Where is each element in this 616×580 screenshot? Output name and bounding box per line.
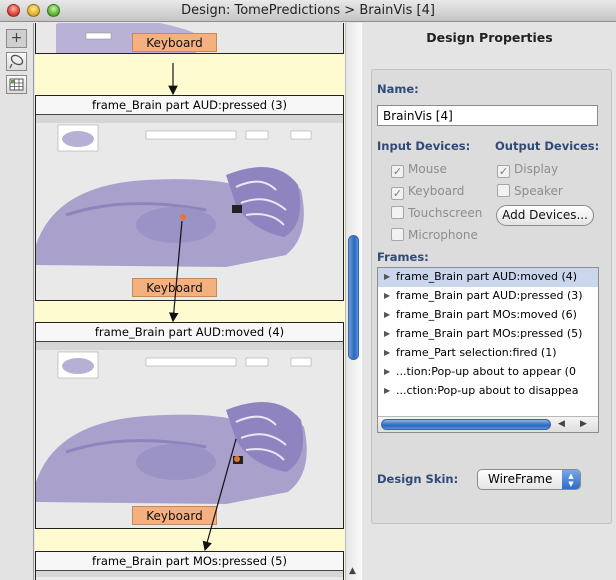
checkbox-microphone[interactable]: Microphone [391, 228, 478, 244]
disclosure-triangle-icon[interactable]: ▶ [384, 268, 396, 286]
checkbox-speaker[interactable]: Speaker [497, 184, 563, 200]
frames-label: Frames: [377, 250, 429, 264]
design-skin-label: Design Skin: [377, 472, 459, 486]
checkbox-touchscreen[interactable]: Touchscreen [391, 206, 482, 222]
checkbox-display[interactable]: ✓ Display [497, 162, 558, 178]
grid-icon[interactable] [6, 75, 27, 94]
list-item[interactable]: ▶ frame_Brain part MOs:pressed (5) [378, 325, 598, 344]
scroll-up-arrow-icon[interactable]: ▲ [349, 566, 356, 576]
checkbox-mouse[interactable]: ✓ Mouse [391, 162, 447, 178]
disclosure-triangle-icon[interactable]: ▶ [384, 344, 396, 362]
disclosure-triangle-icon[interactable]: ▶ [384, 382, 396, 400]
checkbox-keyboard[interactable]: ✓ Keyboard [391, 184, 464, 200]
list-item[interactable]: ▶ ...ction:Pop-up about to disappea [378, 382, 598, 401]
panel-title: Design Properties [426, 30, 553, 45]
checkmark-icon: ✓ [497, 165, 510, 178]
frames-horizontal-scrollbar[interactable]: ◀ ▶ [378, 416, 598, 432]
scroll-thumb[interactable] [348, 235, 359, 360]
scroll-right-arrow-icon[interactable]: ▶ [580, 419, 587, 429]
checkmark-icon: ✓ [391, 165, 404, 178]
input-devices-label: Input Devices: [377, 139, 471, 153]
list-item[interactable]: ▶ frame_Brain part MOs:moved (6) [378, 306, 598, 325]
frames-list[interactable]: ▶ frame_Brain part AUD:moved (4) ▶ frame_B… [377, 267, 599, 433]
add-devices-button[interactable]: Add Devices... [496, 205, 594, 226]
window-title: Design: TomePredictions > BrainVis [4] [181, 3, 435, 18]
checkmark-icon: ✓ [391, 187, 404, 200]
updown-arrows-icon: ▲ ▼ [562, 470, 580, 489]
tool-palette: + [0, 23, 34, 580]
app-window: Design: TomePredictions > BrainVis [4] +… [0, 0, 616, 580]
name-label: Name: [377, 82, 419, 96]
title-bar: Design: TomePredictions > BrainVis [4] [0, 0, 616, 22]
design-properties-panel: Design Properties Name: Input Devices: O… [363, 23, 616, 580]
design-canvas[interactable]: Keyboard frame_Brain part AUD:pressed (3… [35, 23, 345, 580]
output-devices-label: Output Devices: [495, 139, 600, 153]
scroll-left-arrow-icon[interactable]: ◀ [558, 419, 565, 429]
disclosure-triangle-icon[interactable]: ▶ [384, 306, 396, 324]
lasso-icon[interactable] [6, 52, 27, 71]
design-skin-select[interactable]: WireFrame ▲ ▼ [477, 469, 581, 490]
list-item[interactable]: ▶ ...tion:Pop-up about to appear (0 [378, 363, 598, 382]
name-field[interactable] [377, 105, 598, 126]
canvas-scrollbar[interactable]: ▲ [345, 23, 362, 580]
list-item[interactable]: ▶ frame_Part selection:fired (1) [378, 344, 598, 363]
scroll-thumb[interactable] [381, 419, 551, 430]
list-item[interactable]: ▶ frame_Brain part AUD:moved (4) [378, 268, 598, 287]
plus-icon[interactable]: + [6, 29, 27, 48]
disclosure-triangle-icon[interactable]: ▶ [384, 325, 396, 343]
transition-arrows [168, 63, 237, 552]
disclosure-triangle-icon[interactable]: ▶ [384, 287, 396, 305]
disclosure-triangle-icon[interactable]: ▶ [384, 363, 396, 381]
list-item[interactable]: ▶ frame_Brain part AUD:pressed (3) [378, 287, 598, 306]
